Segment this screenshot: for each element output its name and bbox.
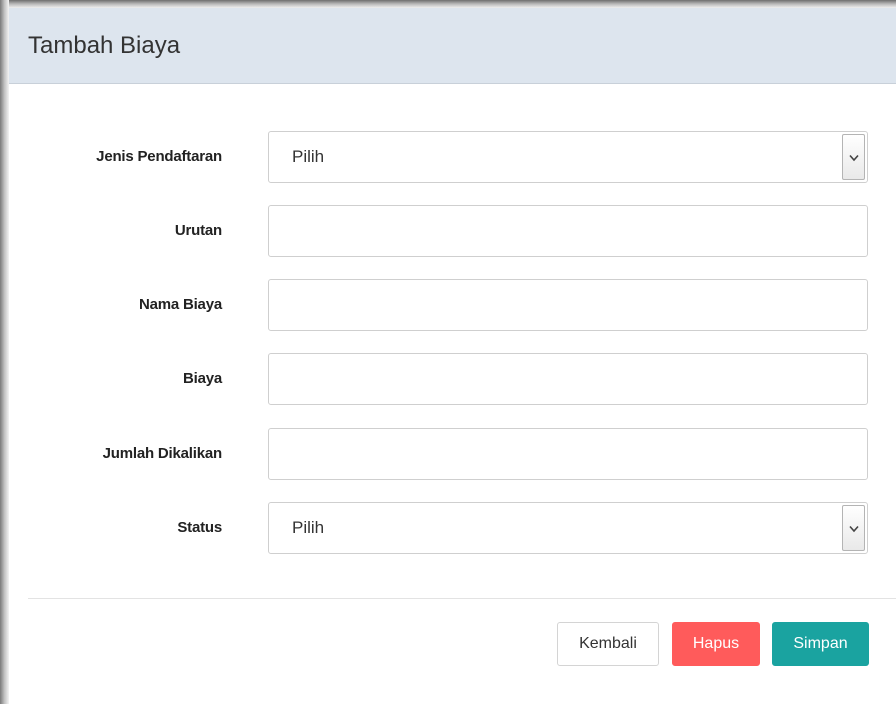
window-shadow-left <box>0 0 9 704</box>
form-row-urutan: Urutan <box>9 205 896 257</box>
form-row-status: Status Pilih <box>9 502 896 554</box>
urutan-input[interactable] <box>268 205 868 257</box>
chevron-down-icon[interactable] <box>842 134 865 180</box>
form-row-biaya: Biaya <box>9 353 896 405</box>
status-label: Status <box>177 519 222 536</box>
dialog-title: Tambah Biaya <box>28 32 181 59</box>
add-cost-dialog: Tambah Biaya Jenis Pendaftaran Pilih Uru… <box>9 8 896 704</box>
biaya-input[interactable] <box>268 353 868 405</box>
footer-divider <box>28 598 896 599</box>
jenis-pendaftaran-label: Jenis Pendaftaran <box>96 148 222 165</box>
chevron-down-icon[interactable] <box>842 505 865 551</box>
nama-biaya-label: Nama Biaya <box>138 296 222 313</box>
biaya-label: Biaya <box>182 370 222 387</box>
window-shadow-top <box>0 0 896 8</box>
urutan-label: Urutan <box>174 222 222 239</box>
dialog-header: Tambah Biaya <box>9 8 896 84</box>
back-button[interactable]: Kembali <box>557 622 659 666</box>
form-row-jumlah-dikalikan: Jumlah Dikalikan <box>9 428 896 480</box>
jenis-pendaftaran-select[interactable]: Pilih <box>268 131 868 183</box>
form-row-jenis-pendaftaran: Jenis Pendaftaran Pilih <box>9 131 896 183</box>
jenis-pendaftaran-selected-value: Pilih <box>292 147 325 166</box>
form-row-nama-biaya: Nama Biaya <box>9 279 896 331</box>
delete-button[interactable]: Hapus <box>672 622 760 666</box>
status-selected-value: Pilih <box>292 518 325 537</box>
jumlah-dikalikan-input[interactable] <box>268 428 868 480</box>
nama-biaya-input[interactable] <box>268 279 868 331</box>
status-select[interactable]: Pilih <box>268 502 868 554</box>
save-button[interactable]: Simpan <box>772 622 869 666</box>
jumlah-dikalikan-label: Jumlah Dikalikan <box>102 445 223 462</box>
